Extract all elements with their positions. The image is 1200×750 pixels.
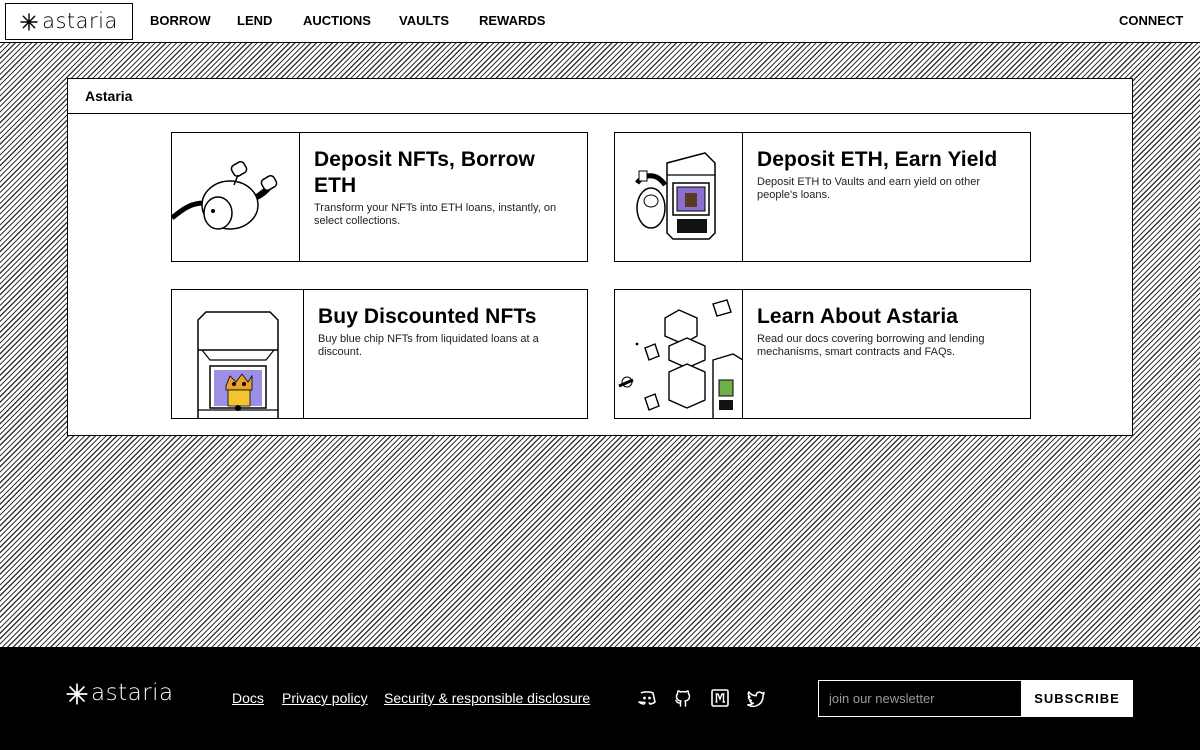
github-icon[interactable] bbox=[673, 688, 693, 708]
card-description: Transform your NFTs into ETH loans, inst… bbox=[314, 202, 557, 227]
footer-link-privacy[interactable]: Privacy policy bbox=[282, 690, 368, 706]
nav-lend[interactable]: LEND bbox=[237, 13, 272, 28]
footer-brand-name: astaria bbox=[91, 680, 174, 706]
medium-icon[interactable] bbox=[710, 688, 730, 708]
top-nav-bar: astaria BORROW LEND AUCTIONS VAULTS REWA… bbox=[0, 0, 1200, 43]
card-title: Buy Discounted NFTs bbox=[318, 305, 537, 328]
home-logo[interactable]: astaria bbox=[5, 3, 133, 40]
card-title: Deposit ETH, Earn Yield bbox=[757, 148, 998, 171]
card-art bbox=[615, 290, 743, 418]
card-description: Buy blue chip NFTs from liquidated loans… bbox=[318, 333, 539, 358]
twitter-icon[interactable] bbox=[746, 688, 766, 708]
card-deposit-nfts-borrow[interactable]: Deposit NFTs, Borrow ETH Transform your … bbox=[171, 132, 588, 262]
subscribe-button[interactable]: SUBSCRIBE bbox=[1021, 680, 1133, 717]
astaria-star-icon bbox=[20, 12, 38, 31]
card-deposit-eth-earn[interactable]: Deposit ETH, Earn Yield Deposit ETH to V… bbox=[614, 132, 1031, 262]
card-learn-about-astaria[interactable]: Learn About Astaria Read our docs coveri… bbox=[614, 289, 1031, 419]
astaria-star-icon bbox=[66, 682, 88, 705]
card-art bbox=[615, 133, 743, 261]
main-panel: Astaria Deposit NFTs, Borrow ETH Transfo… bbox=[67, 78, 1133, 436]
card-buy-discounted-nfts[interactable]: Buy Discounted NFTs Buy blue chip NFTs f… bbox=[171, 289, 588, 419]
newsletter-email-input[interactable] bbox=[818, 680, 1022, 717]
footer-link-security[interactable]: Security & responsible disclosure bbox=[384, 690, 590, 706]
card-description: Deposit ETH to Vaults and earn yield on … bbox=[757, 176, 980, 201]
footer-link-docs[interactable]: Docs bbox=[232, 690, 264, 706]
nav-borrow[interactable]: BORROW bbox=[150, 13, 211, 28]
connect-button[interactable]: CONNECT bbox=[1119, 13, 1183, 28]
discord-icon[interactable] bbox=[637, 688, 657, 708]
card-description: Read our docs covering borrowing and len… bbox=[757, 333, 985, 358]
vault-illustration-icon bbox=[635, 152, 716, 240]
card-text: Buy Discounted NFTs Buy blue chip NFTs f… bbox=[318, 304, 573, 359]
card-art bbox=[172, 290, 304, 418]
brand-name: astaria bbox=[42, 9, 118, 33]
footer-logo[interactable]: astaria bbox=[66, 682, 174, 705]
footer: astaria Docs Privacy policy Security & r… bbox=[0, 647, 1200, 750]
nft-pod-illustration-icon bbox=[172, 161, 278, 230]
card-title: Learn About Astaria bbox=[757, 305, 959, 328]
panel-title: Astaria bbox=[68, 79, 1132, 114]
card-title: Deposit NFTs, Borrow ETH bbox=[314, 148, 535, 197]
card-text: Deposit ETH, Earn Yield Deposit ETH to V… bbox=[757, 147, 1016, 202]
modules-illustration-icon bbox=[618, 299, 742, 418]
nav-rewards[interactable]: REWARDS bbox=[479, 13, 545, 28]
card-art bbox=[172, 133, 300, 261]
nav-vaults[interactable]: VAULTS bbox=[399, 13, 449, 28]
card-text: Deposit NFTs, Borrow ETH Transform your … bbox=[314, 147, 573, 228]
card-text: Learn About Astaria Read our docs coveri… bbox=[757, 304, 1016, 359]
nft-kiosk-illustration-icon bbox=[197, 311, 279, 418]
nav-auctions[interactable]: AUCTIONS bbox=[303, 13, 371, 28]
